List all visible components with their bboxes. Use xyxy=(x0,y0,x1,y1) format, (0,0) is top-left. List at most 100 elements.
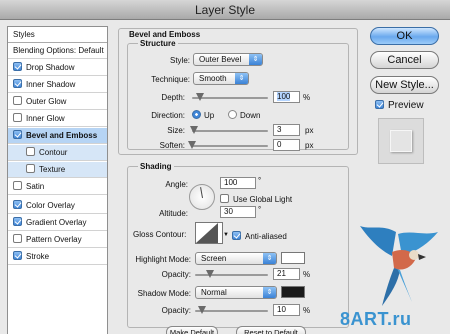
use-global-light-checkbox[interactable]: Use Global Light xyxy=(220,194,292,204)
style-item-label: Outer Glow xyxy=(26,97,67,106)
technique-dropdown[interactable]: Smooth ⇕ xyxy=(193,72,249,85)
style-dropdown[interactable]: Outer Bevel ⇕ xyxy=(193,53,263,66)
style-item-blending-options-default[interactable]: Blending Options: Default xyxy=(8,43,107,59)
checkbox-checked-icon[interactable] xyxy=(13,217,22,226)
checkbox-unchecked-icon[interactable] xyxy=(13,234,22,243)
parrot-logo xyxy=(360,226,438,306)
size-slider[interactable] xyxy=(189,126,268,134)
style-item-inner-glow[interactable]: Inner Glow xyxy=(8,111,107,127)
depth-label: Depth: xyxy=(161,93,185,102)
shadow-opacity-knob[interactable] xyxy=(198,306,207,314)
checkbox-checked-icon xyxy=(375,100,384,109)
style-item-label: Satin xyxy=(26,182,45,191)
shadow-color-swatch[interactable] xyxy=(281,286,305,298)
shadow-mode-dropdown[interactable]: Normal ⇕ xyxy=(195,286,277,299)
checkbox-unchecked-icon[interactable] xyxy=(13,96,22,105)
style-item-label: Color Overlay xyxy=(26,201,75,210)
soften-field[interactable]: 0 xyxy=(273,139,300,151)
depth-field[interactable]: 100 xyxy=(273,91,300,103)
style-item-label: Inner Shadow xyxy=(26,80,76,89)
style-item-gradient-overlay[interactable]: Gradient Overlay xyxy=(8,215,107,231)
highlight-color-swatch[interactable] xyxy=(281,252,305,264)
direction-up-radio[interactable]: Up xyxy=(192,110,214,120)
angle-dial[interactable] xyxy=(189,184,215,210)
make-default-button[interactable]: Make Default xyxy=(166,326,218,334)
soften-slider-knob[interactable] xyxy=(188,141,196,149)
style-item-pattern-overlay[interactable]: Pattern Overlay xyxy=(8,232,107,248)
new-style-button[interactable]: New Style... xyxy=(370,76,439,94)
shadow-mode-label: Shadow Mode: xyxy=(137,289,191,298)
checkbox-checked-icon xyxy=(232,231,241,240)
style-item-bevel-and-emboss[interactable]: Bevel and Emboss xyxy=(8,128,107,144)
depth-value: 100 xyxy=(277,92,291,101)
checkbox-checked-icon[interactable] xyxy=(13,79,22,88)
direction-down-radio[interactable]: Down xyxy=(228,110,260,120)
style-item-styles: Styles xyxy=(8,27,107,43)
style-item-label: Pattern Overlay xyxy=(26,235,82,244)
highlight-opacity-knob[interactable] xyxy=(206,270,215,278)
depth-slider[interactable] xyxy=(192,93,268,101)
highlight-mode-value: Screen xyxy=(201,254,227,263)
altitude-field[interactable]: 30 xyxy=(220,206,256,218)
checkbox-unchecked-icon[interactable] xyxy=(13,113,22,122)
cancel-button[interactable]: Cancel xyxy=(370,51,439,69)
checkbox-checked-icon[interactable] xyxy=(13,130,22,139)
size-label: Size: xyxy=(167,126,185,135)
gloss-contour-label: Gloss Contour: xyxy=(133,230,187,239)
depth-slider-knob[interactable] xyxy=(195,93,204,101)
checkbox-checked-icon[interactable] xyxy=(13,62,22,71)
size-value: 3 xyxy=(277,125,282,134)
style-label: Style: xyxy=(169,56,190,65)
style-item-color-overlay[interactable]: Color Overlay xyxy=(8,198,107,214)
checkbox-unchecked-icon[interactable] xyxy=(26,147,35,156)
shadow-opacity-field[interactable]: 10 xyxy=(273,304,300,316)
anti-aliased-checkbox[interactable]: Anti-aliased xyxy=(232,231,287,241)
soften-label: Soften: xyxy=(159,141,185,150)
ok-button[interactable]: OK xyxy=(370,27,439,45)
highlight-opacity-label: Opacity: xyxy=(161,270,191,279)
window-title: Layer Style xyxy=(0,0,450,20)
style-item-drop-shadow[interactable]: Drop Shadow xyxy=(8,60,107,76)
gloss-contour-arrow[interactable]: ▼ xyxy=(223,232,229,238)
shadow-opacity-value: 10 xyxy=(277,305,286,314)
angle-field[interactable]: 100 xyxy=(220,177,256,189)
checkbox-checked-icon[interactable] xyxy=(13,200,22,209)
highlight-opacity-slider[interactable] xyxy=(195,270,268,278)
checkbox-unchecked-icon[interactable] xyxy=(26,164,35,173)
style-item-outer-glow[interactable]: Outer Glow xyxy=(8,94,107,110)
preview-checkbox[interactable]: Preview xyxy=(375,100,424,111)
layer-style-dialog: Layer Style Styles Blending Options: Defa… xyxy=(0,0,450,334)
chevron-updown-icon: ⇕ xyxy=(263,253,276,264)
size-slider-knob[interactable] xyxy=(189,126,198,134)
checkbox-checked-icon[interactable] xyxy=(13,251,22,260)
style-item-label: Stroke xyxy=(26,252,50,261)
use-global-light-label: Use Global Light xyxy=(233,195,293,204)
gloss-contour-picker[interactable] xyxy=(195,222,223,244)
shadow-opacity-slider[interactable] xyxy=(195,306,268,314)
style-item-stroke[interactable]: Stroke xyxy=(8,249,107,265)
shading-group xyxy=(127,166,349,328)
style-item-satin[interactable]: Satin xyxy=(8,179,107,195)
style-item-inner-shadow[interactable]: Inner Shadow xyxy=(8,77,107,93)
angle-value: 100 xyxy=(224,178,238,187)
styles-list: Styles Blending Options: Default Drop Shad… xyxy=(7,26,108,334)
reset-default-button[interactable]: Reset to Default xyxy=(236,326,306,334)
style-item-contour[interactable]: Contour xyxy=(8,145,107,161)
highlight-opacity-field[interactable]: 21 xyxy=(273,268,300,280)
highlight-mode-label: Highlight Mode: xyxy=(135,255,191,264)
angle-dial-needle xyxy=(200,187,203,199)
size-field[interactable]: 3 xyxy=(273,124,300,136)
checkbox-unchecked-icon[interactable] xyxy=(13,181,22,190)
highlight-opacity-value: 21 xyxy=(277,269,286,278)
technique-label: Technique: xyxy=(151,75,190,84)
style-dropdown-value: Outer Bevel xyxy=(199,55,242,64)
style-item-label: Inner Glow xyxy=(26,114,65,123)
size-unit: px xyxy=(305,126,314,135)
style-item-texture[interactable]: Texture xyxy=(8,162,107,178)
highlight-mode-dropdown[interactable]: Screen ⇕ xyxy=(195,252,277,265)
preview-swatch xyxy=(390,130,412,152)
chevron-updown-icon: ⇕ xyxy=(263,287,276,298)
soften-slider[interactable] xyxy=(188,141,268,149)
preview-label: Preview xyxy=(388,100,424,111)
altitude-label: Altitude: xyxy=(159,209,188,218)
